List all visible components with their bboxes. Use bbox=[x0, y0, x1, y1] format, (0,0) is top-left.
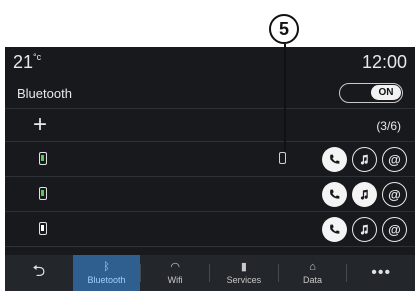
back-button[interactable]: ⮌ bbox=[5, 255, 73, 291]
tab-label: Data bbox=[303, 274, 323, 285]
device-row-3[interactable]: @ bbox=[5, 212, 415, 247]
tab-services[interactable]: ▮ Services bbox=[210, 255, 278, 291]
add-device-row[interactable]: + (3/6) bbox=[5, 109, 415, 142]
device-count: (3/6) bbox=[376, 119, 401, 133]
more-button[interactable]: ••• bbox=[347, 255, 415, 291]
tab-wifi[interactable]: ◠ Wifi bbox=[141, 255, 209, 291]
at-contacts-icon[interactable]: @ bbox=[382, 147, 407, 172]
phone-call-icon[interactable] bbox=[322, 147, 347, 172]
temperature-value: 21 bbox=[13, 52, 34, 72]
device-profile-icons: @ bbox=[322, 182, 407, 207]
bluetooth-row: Bluetooth ON bbox=[5, 77, 415, 109]
device-row-2[interactable]: @ bbox=[5, 177, 415, 212]
status-bar: 21°c 12:00 bbox=[5, 47, 415, 77]
phone-call-icon[interactable] bbox=[322, 217, 347, 242]
at-contacts-icon[interactable]: @ bbox=[382, 217, 407, 242]
at-contacts-icon[interactable]: @ bbox=[382, 182, 407, 207]
connected-phone-icon bbox=[279, 152, 286, 164]
back-arrow-icon: ⮌ bbox=[32, 262, 46, 280]
callout-number-5: 5 bbox=[269, 14, 299, 44]
data-icon: ⌂ bbox=[309, 260, 316, 273]
callout-line bbox=[284, 44, 286, 152]
phone-call-icon[interactable] bbox=[322, 182, 347, 207]
device-profile-icons: @ bbox=[322, 147, 407, 172]
device-row-1[interactable]: @ bbox=[5, 142, 415, 177]
wifi-icon: ◠ bbox=[170, 260, 180, 273]
clock: 12:00 bbox=[361, 52, 407, 72]
temperature-display: 21°c bbox=[13, 52, 41, 73]
music-icon[interactable] bbox=[352, 147, 377, 172]
toggle-on-label: ON bbox=[371, 85, 401, 100]
infotainment-screen: 21°c 12:00 Bluetooth ON + (3/6) @ @ @ ⮌ … bbox=[5, 47, 415, 291]
tab-label: Wifi bbox=[167, 274, 183, 285]
bottom-nav-bar: ⮌ ᛒ Bluetooth ◠ Wifi ▮ Services ⌂ Data •… bbox=[5, 255, 415, 291]
more-dots-icon: ••• bbox=[371, 264, 392, 281]
temperature-unit: °c bbox=[33, 52, 42, 62]
tab-label: Services bbox=[226, 274, 262, 285]
tab-label: Bluetooth bbox=[87, 274, 126, 285]
bluetooth-toggle[interactable]: ON bbox=[339, 83, 403, 103]
music-icon[interactable] bbox=[352, 217, 377, 242]
tab-bluetooth[interactable]: ᛒ Bluetooth bbox=[72, 255, 141, 291]
phone-green-icon bbox=[39, 152, 47, 165]
phone-green-icon bbox=[39, 187, 47, 200]
tab-data[interactable]: ⌂ Data bbox=[279, 255, 347, 291]
services-icon: ▮ bbox=[240, 260, 247, 273]
phone-white-icon bbox=[39, 222, 47, 235]
bluetooth-label: Bluetooth bbox=[17, 86, 72, 101]
music-icon[interactable] bbox=[352, 182, 377, 207]
device-profile-icons: @ bbox=[322, 217, 407, 242]
add-device-icon[interactable]: + bbox=[33, 111, 47, 139]
bluetooth-icon: ᛒ bbox=[103, 260, 110, 273]
